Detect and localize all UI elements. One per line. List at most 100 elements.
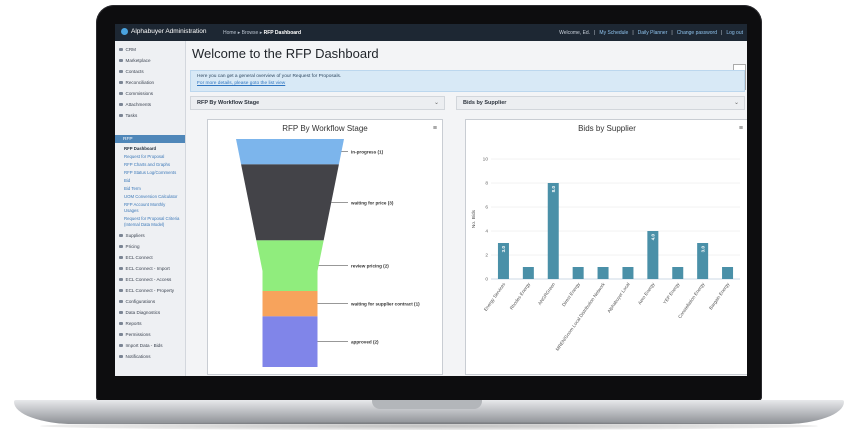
sidebar-item-label: Data Diagnostics — [125, 310, 161, 315]
sidebar-item-reports[interactable]: Reports — [119, 321, 142, 326]
bar — [572, 267, 584, 279]
y-tick-label: 2 — [485, 253, 488, 259]
funnel-chart: in-progress (1) waiting for price (3) revi… — [236, 139, 420, 367]
chart-menu-icon[interactable]: ≡ — [433, 125, 437, 132]
bar — [597, 267, 609, 279]
sub-item-rfp-account-monthly[interactable]: RFP Account Monthly — [124, 202, 165, 207]
sidebar-item-configurations[interactable]: Configurations — [119, 299, 155, 304]
sidebar-item-import-bids[interactable]: Import Data - Bids — [119, 343, 163, 348]
sidebar-item-label: Import Data - Bids — [125, 343, 163, 348]
diagnostics-icon — [119, 310, 123, 315]
sidebar-item-ecl-property[interactable]: ECL Connect - Property — [119, 288, 174, 293]
tasks-icon — [119, 113, 123, 118]
sidebar-item-ecl-access[interactable]: ECL Connect - Access — [119, 277, 171, 282]
sub-item-uom-calculator[interactable]: UOM Conversion Calculator — [124, 194, 178, 199]
sidebar: CRM Marketplace Contacts Reconciliation … — [115, 41, 186, 376]
y-tick-label: 0 — [485, 277, 488, 283]
info-text: Here you can get a general overview of y… — [197, 74, 342, 79]
breadcrumb: Home ▸ Browse ▸ RFP Dashboard — [223, 29, 302, 36]
sidebar-item-label: CRM — [125, 47, 136, 52]
sidebar-item-label: ECL Connect - Import — [125, 266, 170, 271]
sub-item-rfp-dashboard[interactable]: RFP Dashboard — [124, 146, 156, 151]
sidebar-item-pricing[interactable]: Pricing — [119, 244, 140, 249]
funnel-segment — [256, 240, 324, 291]
list-view-link[interactable]: For more details, please goto the list v… — [197, 81, 285, 86]
sub-item-bid[interactable]: Bid — [124, 178, 130, 183]
bar — [722, 267, 734, 279]
sidebar-item-ecl-connect[interactable]: ECL Connect — [119, 255, 153, 260]
panel-title: Bids by Supplier — [463, 100, 507, 106]
sidebar-item-tasks[interactable]: Tasks — [119, 113, 137, 118]
sidebar-item-crm[interactable]: CRM — [119, 47, 136, 52]
y-tick-label: 4 — [485, 229, 488, 235]
breadcrumb-current: RFP Dashboard — [263, 29, 302, 36]
chevron-down-icon[interactable]: ⌄ — [734, 99, 739, 106]
y-tick-label: 8 — [485, 181, 488, 187]
sidebar-item-ecl-import[interactable]: ECL Connect - Import — [119, 266, 170, 271]
ecl-import-icon — [119, 266, 123, 271]
sub-item-internal-data-model[interactable]: (Internal Data Model) — [124, 222, 164, 227]
sidebar-item-label: ECL Connect — [125, 255, 153, 260]
funnel-label: waiting for supplier contract (1) — [350, 302, 420, 307]
sidebar-item-label: Configurations — [125, 299, 156, 304]
funnel-segment — [236, 139, 344, 165]
breadcrumb-browse[interactable]: Browse — [242, 30, 259, 36]
reconciliation-icon — [119, 80, 123, 85]
top-bar: Alphabuyer Administration Home ▸ Browse … — [115, 24, 747, 41]
x-tick-label: YEP Energy — [662, 281, 681, 305]
sidebar-item-contacts[interactable]: Contacts — [119, 69, 144, 74]
panel-header-bids[interactable]: Bids by Supplier ⌄ — [456, 96, 745, 110]
brand-logo-icon — [121, 28, 128, 35]
y-tick-label: 10 — [483, 157, 489, 163]
bar-chart-card: Bids by Supplier ≡ 0 2 4 6 8 10 No. Bids 3.0 Ene… — [465, 119, 747, 375]
sidebar-item-attachments[interactable]: Attachments — [119, 102, 151, 107]
x-tick-label: Bargain Energy — [708, 281, 731, 310]
sub-item-rfp-status-log[interactable]: RFP Status Log/Comments — [124, 170, 176, 175]
crm-icon — [119, 47, 123, 52]
sidebar-item-label: Notifications — [125, 354, 151, 359]
sub-item-bid-term[interactable]: Bid Term — [124, 186, 141, 191]
panel-header-workflow[interactable]: RFP By Workflow Stage ⌄ — [190, 96, 445, 110]
x-tick-label: Alphabuyer Local — [606, 282, 630, 314]
brand-name: Alphabuyer Administration — [131, 28, 207, 35]
sub-item-request-for-proposal[interactable]: Request for Proposal — [124, 154, 164, 159]
sidebar-item-notifications[interactable]: Notifications — [119, 354, 151, 359]
funnel-segment — [241, 164, 339, 241]
sidebar-item-label: Pricing — [125, 244, 140, 249]
funnel-label: review pricing (2) — [351, 264, 389, 269]
breadcrumb-home[interactable]: Home — [223, 30, 236, 36]
contacts-icon — [119, 69, 123, 74]
funnel-label: in-progress (1) — [351, 150, 384, 155]
sidebar-item-label: Marketplace — [125, 58, 151, 63]
import-icon — [119, 343, 123, 348]
sidebar-item-permissions[interactable]: Permissions — [119, 332, 151, 337]
sidebar-item-marketplace[interactable]: Marketplace — [119, 58, 151, 63]
funnel-label: approved (2) — [351, 340, 379, 345]
marketplace-icon — [119, 58, 123, 63]
page-title: Welcome to the RFP Dashboard — [192, 46, 379, 61]
sidebar-item-suppliers[interactable]: Suppliers — [119, 233, 145, 238]
permissions-icon — [119, 332, 123, 337]
laptop-shadow — [40, 422, 818, 430]
sub-item-rfp-charts[interactable]: RFP Charts and Graphs — [124, 162, 170, 167]
top-links: Welcome, Ed. | My Schedule | Daily Planner… — [559, 29, 743, 36]
my-schedule-link[interactable]: My Schedule — [599, 30, 628, 36]
sidebar-item-label: Attachments — [125, 102, 152, 107]
chart-title: Bids by Supplier — [578, 124, 636, 133]
daily-planner-link[interactable]: Daily Planner — [638, 30, 668, 36]
panel-title: RFP By Workflow Stage — [197, 100, 260, 106]
sidebar-item-commissions[interactable]: Commissions — [119, 91, 153, 96]
notifications-icon — [119, 354, 123, 359]
brand[interactable]: Alphabuyer Administration — [121, 28, 207, 35]
sub-item-rfp-criteria[interactable]: Request for Proposal Criteria — [124, 216, 179, 221]
ecl-property-icon — [119, 288, 123, 293]
sidebar-item-data-diagnostics[interactable]: Data Diagnostics — [119, 310, 160, 315]
sidebar-item-label: Reports — [125, 321, 142, 326]
chevron-down-icon[interactable]: ⌄ — [434, 99, 439, 106]
sub-item-usages[interactable]: Usages — [124, 208, 139, 213]
chart-menu-icon[interactable]: ≡ — [739, 125, 743, 132]
configurations-icon — [119, 299, 123, 304]
sidebar-item-reconciliation[interactable]: Reconciliation — [119, 80, 154, 85]
change-password-link[interactable]: Change password — [677, 30, 717, 36]
logout-link[interactable]: Log out — [726, 30, 743, 36]
